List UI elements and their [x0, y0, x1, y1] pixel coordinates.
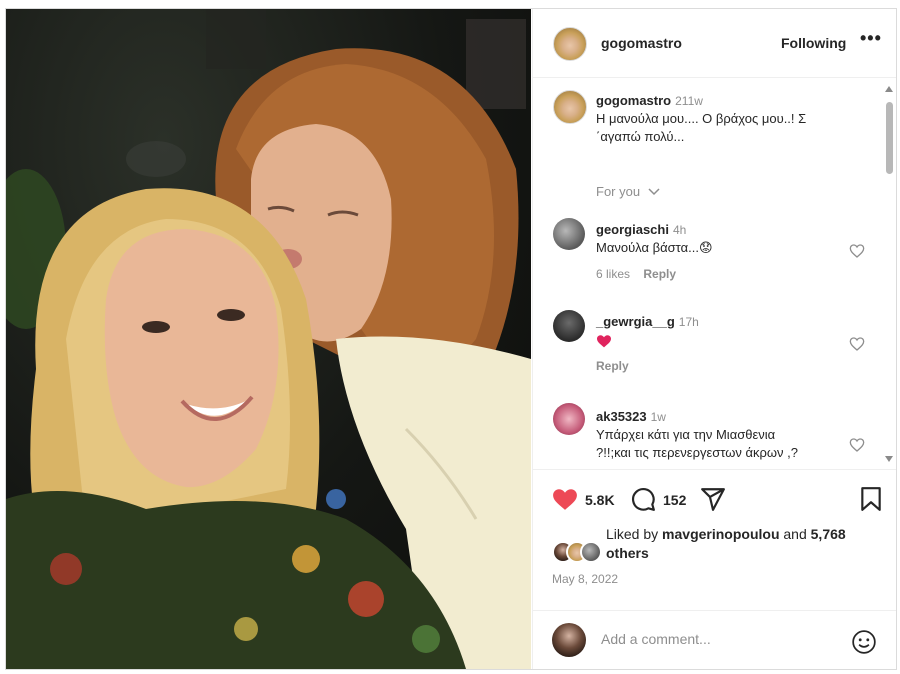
comments-filter[interactable]: For you [596, 184, 660, 199]
caption-username[interactable]: gogomastro [596, 93, 671, 108]
comment-avatar[interactable] [553, 218, 585, 250]
comment-time[interactable]: 1w [651, 410, 666, 424]
post-side-panel: gogomastro Following ••• gogomastro 211w … [532, 9, 896, 669]
comment-item: _gewrgia__g 17h Reply [596, 313, 846, 373]
comment-username[interactable]: ak35323 [596, 409, 647, 424]
post-photo[interactable] [6, 9, 531, 669]
comments-scrollbar[interactable] [883, 84, 893, 469]
comment-text-body: Μανούλα βάστα... [596, 240, 699, 255]
like-comment-heart-icon[interactable] [849, 437, 865, 453]
post-header: gogomastro Following ••• [533, 9, 896, 78]
author-avatar[interactable] [553, 27, 587, 61]
post-photo-image [6, 9, 531, 669]
comment-username[interactable]: georgiaschi [596, 222, 669, 237]
caption-text-line2: ΄αγαπώ πολύ... [596, 129, 685, 144]
worried-emoji-icon: 😟 [698, 240, 713, 255]
comment-time[interactable]: 17h [679, 315, 699, 329]
like-comment-heart-icon[interactable] [849, 243, 865, 259]
comment-avatar[interactable] [553, 310, 585, 342]
comment-bubble-icon[interactable] [630, 486, 656, 512]
instagram-post-frame: gogomastro Following ••• gogomastro 211w … [5, 8, 897, 670]
comment-username[interactable]: _gewrgia__g [596, 314, 675, 329]
comment-text [596, 331, 846, 349]
post-date[interactable]: May 8, 2022 [552, 572, 618, 586]
scrollbar-thumb[interactable] [886, 102, 893, 174]
add-comment-bar: Add a comment... [533, 610, 896, 669]
comment-item: ak35323 1w Υπάρχει κάτι για την Μιασθενια… [596, 408, 856, 462]
save-bookmark-icon[interactable] [860, 486, 882, 512]
liker-avatar [580, 541, 602, 563]
liked-by-others-link[interactable]: others [606, 545, 649, 561]
caption-text-line1: Η μανούλα μου.... Ο βράχος μου..! Σ [596, 111, 807, 126]
caption-avatar[interactable] [553, 90, 587, 124]
like-heart-icon[interactable] [552, 487, 578, 511]
liked-by-count[interactable]: 5,768 [811, 526, 846, 542]
comment-likes[interactable]: 6 likes [596, 267, 630, 281]
more-options-icon[interactable]: ••• [860, 28, 882, 49]
red-heart-emoji-icon [597, 334, 611, 347]
scroll-down-arrow-icon[interactable] [885, 456, 893, 462]
comment-text-line2: ?!!;και τις περενεργεστων άκρων ,? [596, 445, 799, 460]
filter-label: For you [596, 184, 641, 199]
liked-by-and: and [779, 526, 811, 542]
comment-time[interactable]: 4h [673, 223, 686, 237]
liked-by-prefix: Liked by [606, 526, 663, 542]
caption: gogomastro 211w Η μανούλα μου.... Ο βράχο… [596, 92, 856, 146]
likes-count[interactable]: 5.8K [585, 492, 615, 508]
comment-item: georgiaschi 4h Μανούλα βάστα...😟 6 likes … [596, 221, 846, 281]
comment-avatar[interactable] [553, 403, 585, 435]
add-comment-input[interactable]: Add a comment... [601, 631, 711, 647]
liked-by-text: Liked by mavgerinopoulou and 5,768 other… [606, 525, 876, 563]
reply-button[interactable]: Reply [596, 359, 846, 373]
post-actions: 5.8K 152 Liked by mavgerinopoulou and 5,… [533, 469, 896, 669]
comments-list: gogomastro 211w Η μανούλα μου.... Ο βράχο… [533, 78, 896, 468]
emoji-smiley-icon[interactable] [851, 629, 877, 655]
reply-button[interactable]: Reply [643, 267, 676, 281]
comments-count[interactable]: 152 [663, 492, 686, 508]
comment-text: Μανούλα βάστα...😟 [596, 239, 846, 257]
author-username[interactable]: gogomastro [601, 35, 682, 51]
caption-time[interactable]: 211w [675, 94, 703, 108]
liked-by-user-link[interactable]: mavgerinopoulou [662, 526, 779, 542]
current-user-avatar [552, 623, 586, 657]
comment-meta: 6 likes Reply [596, 267, 846, 281]
scroll-up-arrow-icon[interactable] [885, 86, 893, 92]
chevron-down-icon [648, 188, 660, 196]
like-comment-heart-icon[interactable] [849, 336, 865, 352]
comment-text-line1: Υπάρχει κάτι για την Μιασθενια [596, 427, 776, 442]
share-paper-plane-icon[interactable] [700, 486, 726, 512]
following-button[interactable]: Following [781, 35, 846, 51]
